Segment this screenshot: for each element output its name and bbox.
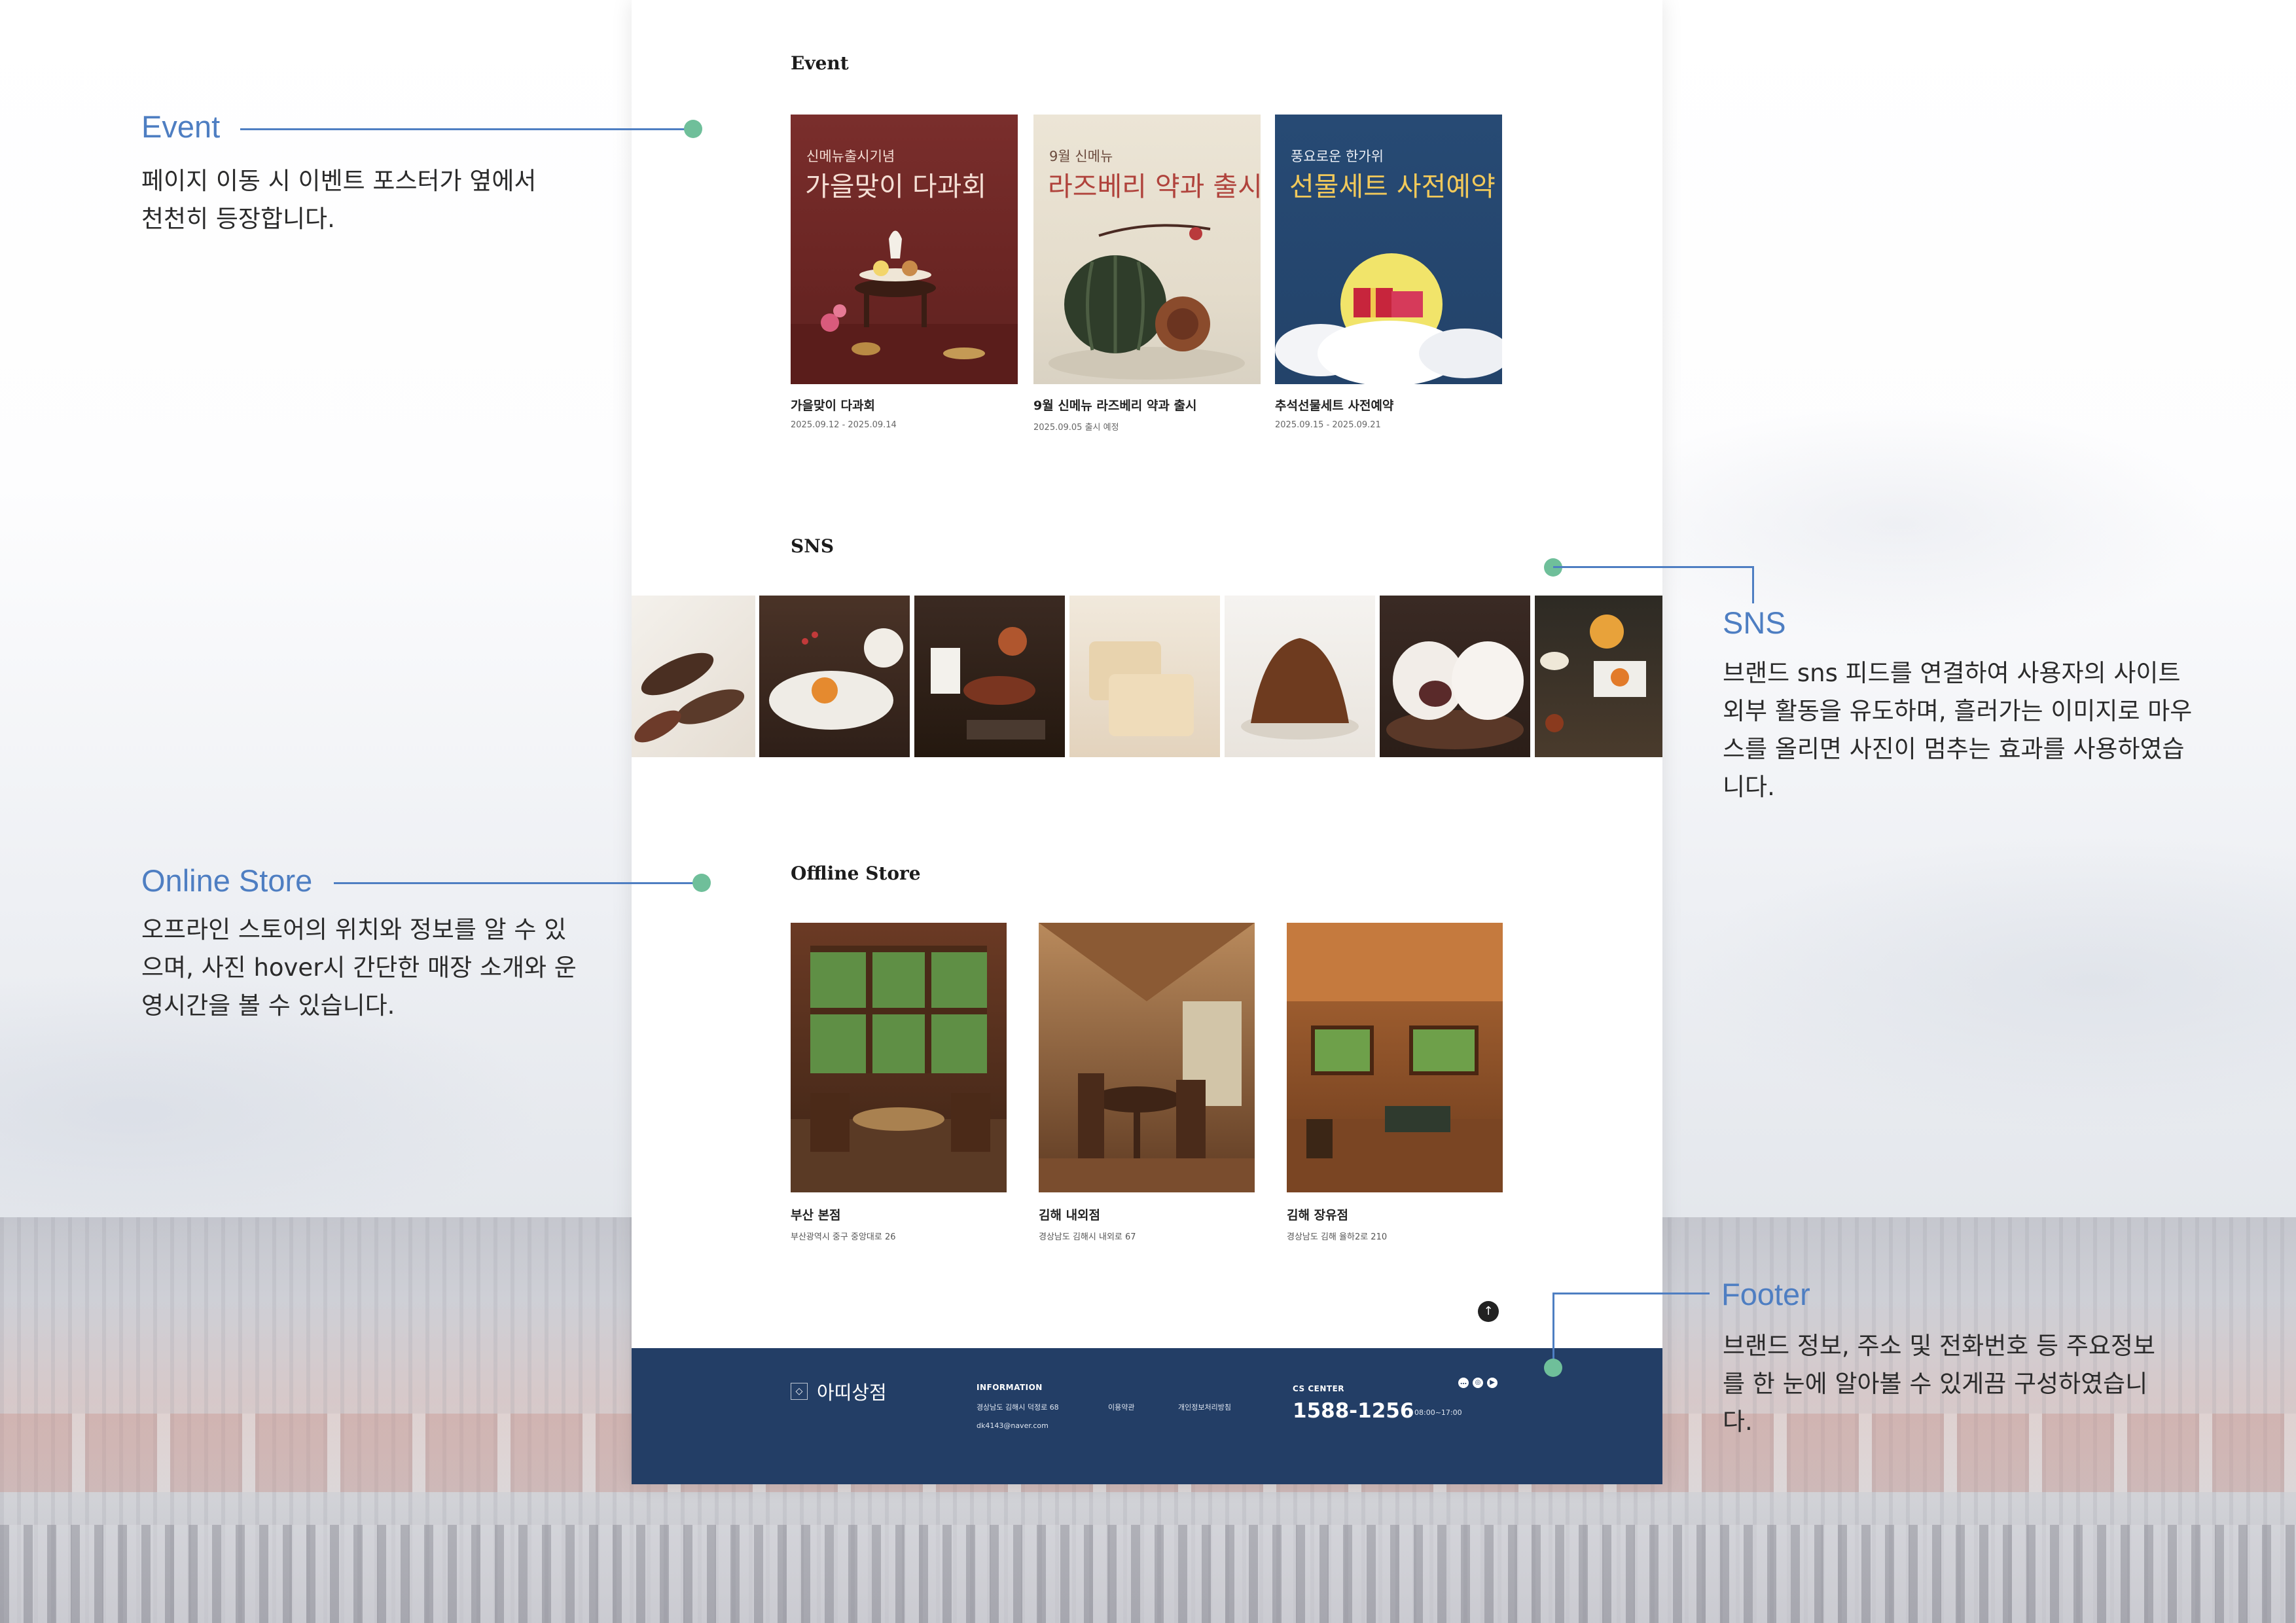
- footer-terms-link[interactable]: 이용약관: [1108, 1402, 1134, 1412]
- footer-social-links: … ◎ ▶: [1458, 1378, 1498, 1388]
- description-line: 브랜드 sns 피드를 연결하여 사용자의 사이트: [1723, 659, 2181, 687]
- brand-mark-icon: ◇: [791, 1383, 808, 1400]
- event-card[interactable]: 신메뉴출시기념 가을맞이 다과회 가을맞이 다과회 2025.09.12 - 2…: [791, 115, 1018, 430]
- footer-info-heading: INFORMATION: [977, 1383, 1043, 1392]
- store-card[interactable]: 김해 내외점 경상남도 김해시 내외로 67: [1039, 923, 1255, 1242]
- annotation-store-title: Online Store: [141, 863, 313, 898]
- sns-photo-tea-set[interactable]: [1535, 596, 1662, 757]
- annotation-footer-dot: [1544, 1359, 1562, 1377]
- store-photo[interactable]: [1039, 923, 1255, 1192]
- description-line: 으며, 사진 hover시 간단한 매장 소개와 운: [141, 954, 577, 982]
- description-line: 다.: [1723, 1408, 1753, 1436]
- event-name: 9월 신메뉴 라즈베리 약과 출시: [1033, 399, 1197, 413]
- sns-photo-content: [1540, 615, 1646, 732]
- event-poster[interactable]: 9월 신메뉴 라즈베리 약과 출시: [1033, 115, 1261, 384]
- pumpkin-yakgwa-illustration: [1049, 224, 1245, 380]
- annotation-footer-description: 브랜드 정보, 주소 및 전화번호 등 주요정보 를 한 눈에 알아볼 수 있게…: [1723, 1327, 2155, 1441]
- website-page: Event 신메뉴출시기념 가을맞이 다과회 가을맞이 다과회 2025.09.…: [632, 0, 1662, 1484]
- footer-phone[interactable]: 1588-1256: [1293, 1399, 1414, 1423]
- event-date: 2025.09.12 - 2025.09.14: [791, 420, 897, 430]
- annotation-footer-connector-vertical: [1552, 1293, 1554, 1368]
- event-name: 추석선물세트 사전예약: [1275, 399, 1394, 413]
- annotation-store-connector: [334, 882, 702, 884]
- event-date: 2025.09.05 출시 예정: [1033, 423, 1119, 433]
- event-poster[interactable]: 신메뉴출시기념 가을맞이 다과회: [791, 115, 1018, 384]
- store-name: 부산 본점: [791, 1208, 841, 1222]
- event-name: 가을맞이 다과회: [791, 399, 875, 413]
- annotation-store-dot: [692, 874, 711, 892]
- store-interior: [791, 946, 1007, 1192]
- footer-cs-heading: CS CENTER: [1293, 1384, 1345, 1393]
- store-photo[interactable]: [791, 923, 1007, 1192]
- event-card[interactable]: 풍요로운 한가위 선물세트 사전예약 추석선물세트 사전예약 2025.09.1…: [1275, 115, 1502, 430]
- annotation-sns-connector-vertical: [1752, 566, 1754, 603]
- sns-photo-content: [769, 628, 903, 730]
- annotation-event-dot: [684, 120, 702, 138]
- description-line: 니다.: [1723, 773, 1775, 801]
- tea-table-illustration: [791, 230, 1018, 384]
- annotation-sns-title: SNS: [1723, 605, 1786, 640]
- description-line: 를 한 눈에 알아볼 수 있게끔 구성하였습니: [1723, 1370, 2148, 1398]
- store-name: 김해 내외점: [1039, 1208, 1101, 1222]
- description-line: 페이지 이동 시 이벤트 포스터가 옆에서: [141, 167, 537, 195]
- annotation-event-connector: [240, 128, 693, 130]
- description-line: 오프라인 스토어의 위치와 정보를 알 수 있: [141, 916, 567, 944]
- store-card[interactable]: 부산 본점 부산광역시 중구 중앙대로 26: [791, 923, 1007, 1242]
- description-line: 영시간을 볼 수 있습니다.: [141, 991, 395, 1020]
- sns-photo-content: [1241, 638, 1359, 740]
- scroll-top-button[interactable]: ↑: [1478, 1301, 1499, 1322]
- sns-photo-plate[interactable]: [759, 596, 910, 757]
- store-name: 김해 장유점: [1287, 1208, 1349, 1222]
- description-line: 스를 올리면 사진이 멈추는 효과를 사용하였습: [1723, 735, 2185, 763]
- footer-privacy-link[interactable]: 개인정보처리방침: [1178, 1402, 1231, 1412]
- description-line: 외부 활동을 유도하며, 흘러가는 이미지로 마우: [1723, 697, 2193, 725]
- event-date: 2025.09.15 - 2025.09.21: [1275, 420, 1381, 430]
- annotation-event-description: 페이지 이동 시 이벤트 포스터가 옆에서 천천히 등장합니다.: [141, 162, 536, 238]
- sns-photo-content: [634, 652, 745, 743]
- annotation-sns-description: 브랜드 sns 피드를 연결하여 사용자의 사이트 외부 활동을 유도하며, 흘…: [1723, 654, 2192, 806]
- store-address: 부산광역시 중구 중앙대로 26: [791, 1232, 896, 1242]
- description-line: 천천히 등장합니다.: [141, 205, 335, 233]
- site-footer: ◇ 아띠상점 INFORMATION 경상남도 김해시 덕정로 68 dk414…: [632, 1348, 1662, 1484]
- store-address: 경상남도 김해시 내외로 67: [1039, 1232, 1136, 1242]
- annotation-event-title: Event: [141, 109, 221, 144]
- offline-store-section-title: Offline Store: [791, 863, 921, 884]
- sns-photo-candied-nuts[interactable]: [1225, 596, 1375, 757]
- arrow-up-icon: ↑: [1483, 1304, 1494, 1318]
- annotation-footer-connector: [1552, 1293, 1710, 1294]
- event-card[interactable]: 9월 신메뉴 라즈베리 약과 출시 9월 신메뉴 라즈베리 약과 출시 2025…: [1033, 115, 1261, 433]
- youtube-icon[interactable]: ▶: [1487, 1378, 1498, 1388]
- instagram-icon[interactable]: ◎: [1473, 1378, 1483, 1388]
- footer-logo[interactable]: ◇ 아띠상점: [791, 1378, 887, 1405]
- background-roof-tiles: [0, 1525, 2296, 1623]
- footer-address: 경상남도 김해시 덕정로 68: [977, 1403, 1059, 1412]
- chat-icon[interactable]: …: [1458, 1378, 1469, 1388]
- moon-gift-illustration: [1275, 253, 1502, 384]
- annotation-footer-title: Footer: [1721, 1277, 1810, 1311]
- sns-section-title: SNS: [791, 535, 834, 557]
- event-section-title: Event: [791, 52, 849, 74]
- sns-photo-snack[interactable]: [632, 596, 755, 757]
- annotation-store-description: 오프라인 스토어의 위치와 정보를 알 수 있 으며, 사진 hover시 간단…: [141, 911, 577, 1025]
- store-interior: [1039, 923, 1255, 1192]
- footer-brand-name: 아띠상점: [817, 1382, 887, 1404]
- event-poster[interactable]: 풍요로운 한가위 선물세트 사전예약: [1275, 115, 1502, 384]
- sns-photo-content: [1386, 641, 1524, 749]
- sns-photo-content: [1089, 641, 1194, 736]
- store-address: 경상남도 김해 율하2로 210: [1287, 1232, 1388, 1242]
- sns-photo-mochi[interactable]: [1380, 596, 1530, 757]
- sns-photo-rice-cake[interactable]: [1069, 596, 1220, 757]
- sns-photo-content: [931, 627, 1045, 740]
- annotation-sns-connector: [1553, 566, 1754, 568]
- store-card[interactable]: 김해 장유점 경상남도 김해 율하2로 210: [1287, 923, 1503, 1242]
- sns-photo-milk[interactable]: [914, 596, 1065, 757]
- footer-email[interactable]: dk4143@naver.com: [977, 1421, 1049, 1430]
- store-interior: [1287, 923, 1503, 1192]
- store-photo[interactable]: [1287, 923, 1503, 1192]
- footer-hours: 08:00~17:00: [1414, 1408, 1462, 1417]
- sns-feed-strip[interactable]: [632, 596, 1662, 757]
- description-line: 브랜드 정보, 주소 및 전화번호 등 주요정보: [1723, 1332, 2156, 1360]
